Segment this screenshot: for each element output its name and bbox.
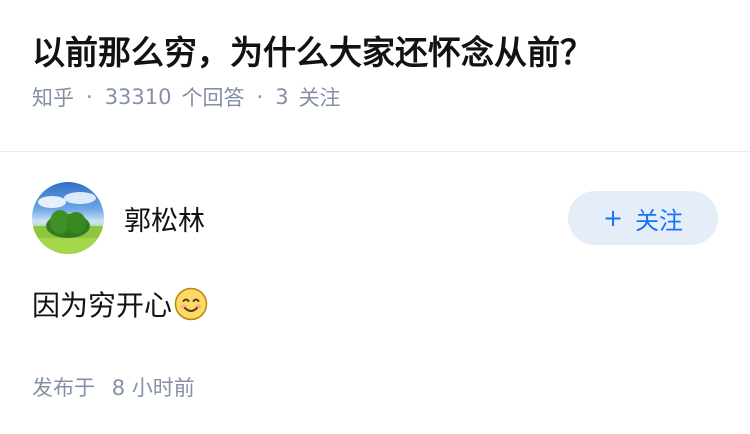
question-title[interactable]: 以前那么穷，为什么大家还怀念从前？ bbox=[32, 30, 718, 76]
author-info[interactable]: 郭松林 bbox=[32, 182, 205, 254]
answer-count-label[interactable]: 个回答 bbox=[182, 82, 245, 112]
answer-card: 郭松林 + 关注 因为穷开心 发布于 8 小时前 bbox=[0, 152, 750, 402]
answer-content[interactable]: 因为穷开心 bbox=[32, 284, 718, 324]
avatar-landscape-image bbox=[32, 192, 104, 254]
author-name[interactable]: 郭松林 bbox=[124, 199, 205, 238]
answer-text: 因为穷开心 bbox=[32, 289, 173, 322]
answer-count[interactable]: 33310 bbox=[105, 85, 172, 109]
follower-count[interactable]: 3 bbox=[275, 85, 288, 109]
smiling-face-emoji-icon bbox=[174, 287, 208, 321]
question-header: 以前那么穷，为什么大家还怀念从前？ 知乎 · 33310 个回答 · 3 关注 bbox=[0, 0, 750, 120]
question-meta: 知乎 · 33310 个回答 · 3 关注 bbox=[32, 82, 718, 112]
source-label[interactable]: 知乎 bbox=[32, 82, 74, 112]
follow-button-label: 关注 bbox=[635, 206, 684, 235]
avatar[interactable] bbox=[32, 182, 104, 254]
author-row: 郭松林 + 关注 bbox=[32, 182, 718, 254]
published-label: 发布于 bbox=[32, 376, 95, 400]
plus-icon: + bbox=[602, 204, 624, 232]
separator-dot: · bbox=[256, 85, 264, 109]
published-time: 发布于 8 小时前 bbox=[32, 372, 718, 402]
published-time-value[interactable]: 8 小时前 bbox=[112, 376, 195, 400]
follow-button[interactable]: + 关注 bbox=[568, 191, 718, 245]
separator-dot: · bbox=[86, 85, 93, 109]
follower-count-label[interactable]: 关注 bbox=[299, 82, 341, 112]
